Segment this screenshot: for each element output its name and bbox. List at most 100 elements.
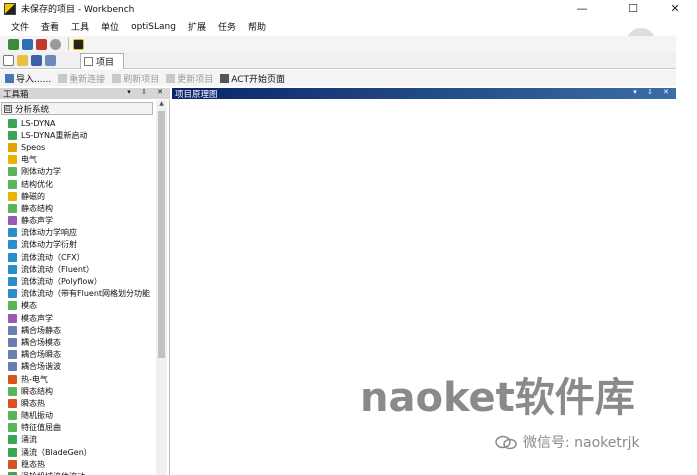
- toolbox-item[interactable]: 流体流动（Polyflow）: [8, 275, 156, 287]
- toolbox-item-label: 稳态热: [21, 459, 45, 469]
- toolbox-title: 工具箱: [3, 89, 29, 100]
- analysis-system-icon: [8, 325, 17, 335]
- import-button[interactable]: 导入......: [5, 72, 51, 85]
- menu-help[interactable]: 帮助: [243, 20, 271, 33]
- new-file-icon[interactable]: [3, 54, 14, 66]
- watermark-text: naoket软件库: [360, 375, 635, 421]
- toolbox-item[interactable]: Speos: [8, 141, 156, 153]
- spaceclaim-icon[interactable]: [22, 38, 33, 50]
- group-label: 分析系统: [15, 104, 50, 115]
- toolbox-item-label: 涌流（BladeGen）: [21, 447, 92, 457]
- schematic-title: 项目原理图: [175, 89, 218, 100]
- tab-project-label: 项目: [96, 58, 115, 68]
- toolbox-item-label: 瞬态结构: [21, 386, 53, 396]
- act-start-page-button[interactable]: ACT开始页面: [220, 72, 285, 85]
- minimize-button[interactable]: —: [559, 0, 605, 17]
- toolbox-item[interactable]: 耦合场瞬态: [8, 349, 156, 361]
- toolbox-item[interactable]: 耦合场谐波: [8, 361, 156, 373]
- menu-units[interactable]: 单位: [96, 20, 124, 33]
- title-bar: 未保存的项目 - Workbench — ☐ ✕: [0, 0, 697, 17]
- toolbox-item[interactable]: 流体流动（带有Fluent网格划分功能: [8, 288, 156, 300]
- toolbox-scrollbar[interactable]: ▲: [156, 100, 167, 475]
- analysis-system-icon: [8, 459, 17, 469]
- toolbox-item[interactable]: LS-DYNA重新启动: [8, 129, 156, 141]
- refresh-project-button[interactable]: 刷新项目: [112, 72, 159, 85]
- menu-tools[interactable]: 工具: [66, 20, 94, 33]
- toolbox-item[interactable]: 模态: [8, 300, 156, 312]
- toolbox-item[interactable]: LS-DYNA: [8, 117, 156, 129]
- reconnect-button[interactable]: 重新连接: [58, 72, 105, 85]
- toolbox-item[interactable]: 耦合场静态: [8, 324, 156, 336]
- toolbox-item[interactable]: 结构优化: [8, 178, 156, 190]
- toolbox-item[interactable]: 瞬态热: [8, 397, 156, 409]
- toolbox-item[interactable]: 涌流: [8, 434, 156, 446]
- tab-project[interactable]: 项目: [80, 53, 124, 69]
- mechanical-icon[interactable]: [36, 38, 47, 50]
- toolbox-item[interactable]: 随机振动: [8, 410, 156, 422]
- toolbox-item-label: 热-电气: [21, 374, 48, 384]
- project-tab-icon: [84, 57, 93, 66]
- scroll-thumb[interactable]: [158, 111, 165, 358]
- toolbox-panel-controls[interactable]: ▾ ⇩ ✕: [127, 88, 167, 96]
- menu-extensions[interactable]: 扩展: [183, 20, 211, 33]
- open-folder-icon[interactable]: [17, 54, 28, 66]
- toolbox-item[interactable]: 特征值屈曲: [8, 422, 156, 434]
- toolbox-item[interactable]: 模态声学: [8, 312, 156, 324]
- toolbox-item[interactable]: 刚体动力学: [8, 166, 156, 178]
- wechat-icon: [495, 435, 517, 449]
- designmodeler-icon[interactable]: [8, 38, 19, 50]
- collapse-icon[interactable]: ⊟: [4, 104, 12, 113]
- toolbar-separator: [68, 38, 69, 50]
- analysis-system-icon: [8, 203, 17, 213]
- save-as-icon[interactable]: [45, 54, 56, 66]
- scroll-up-icon[interactable]: ▲: [156, 100, 167, 110]
- menu-file[interactable]: 文件: [6, 20, 34, 33]
- project-toolbar: 导入...... 重新连接 刷新项目 更新项目 ACT开始页面: [0, 70, 697, 86]
- update-project-button[interactable]: 更新项目: [166, 72, 213, 85]
- analysis-system-icon: [8, 118, 17, 128]
- globe-icon[interactable]: [50, 38, 61, 50]
- toolbox-item[interactable]: 流体流动（CFX）: [8, 251, 156, 263]
- toolbox-item[interactable]: 静磁的: [8, 190, 156, 202]
- toolbox-item-label: 模态: [21, 301, 37, 311]
- toolbox-item[interactable]: 耦合场模态: [8, 336, 156, 348]
- analysis-system-icon: [8, 374, 17, 384]
- analysis-system-icon: [8, 264, 17, 274]
- toolbox-item[interactable]: 稳态热: [8, 458, 156, 470]
- schematic-panel-controls[interactable]: ▾ ⇩ ✕: [633, 88, 673, 96]
- toolbox-item-label: 模态声学: [21, 313, 53, 323]
- right-gutter: [676, 36, 697, 475]
- toolbox-item-label: 涌流: [21, 435, 37, 445]
- menu-jobs[interactable]: 任务: [213, 20, 241, 33]
- toolbox-item[interactable]: 流体流动（Fluent）: [8, 263, 156, 275]
- grid-icon: [220, 73, 230, 83]
- toolbox-item-label: 静态结构: [21, 203, 53, 213]
- analysis-system-icon: [8, 277, 17, 287]
- ansys-logo-icon[interactable]: [73, 38, 84, 50]
- update-label: 更新项目: [177, 74, 214, 85]
- toolbox-item[interactable]: 静态结构: [8, 202, 156, 214]
- toolbox-item-label: Speos: [21, 142, 46, 152]
- toolbox-item[interactable]: 涌流（BladeGen）: [8, 446, 156, 458]
- close-button[interactable]: ✕: [652, 0, 697, 17]
- toolbox-item-label: 流体流动（Fluent）: [21, 264, 95, 274]
- toolbox-item[interactable]: 涡轮机械流体流动: [8, 470, 156, 475]
- menu-bar: 文件 查看 工具 单位 optiSLang 扩展 任务 帮助: [0, 18, 697, 35]
- maximize-button[interactable]: ☐: [610, 0, 656, 17]
- menu-optislang[interactable]: optiSLang: [126, 22, 181, 32]
- toolbox-item[interactable]: 流体动力学衍射: [8, 239, 156, 251]
- analysis-system-icon: [8, 350, 17, 360]
- toolbox-item[interactable]: 电气: [8, 154, 156, 166]
- toolbox-item[interactable]: 热-电气: [8, 373, 156, 385]
- toolbox-panel: ⊟ 分析系统 LS-DYNA LS-DYNA重新启动 Speos 电气 刚体动力学 结构优…: [0, 100, 170, 475]
- toolbox-item[interactable]: 流体动力学响应: [8, 227, 156, 239]
- menu-view[interactable]: 查看: [36, 20, 64, 33]
- toolbox-item[interactable]: 瞬态结构: [8, 385, 156, 397]
- toolbox-item-label: 耦合场模态: [21, 337, 61, 347]
- toolbox-item[interactable]: 静态声学: [8, 215, 156, 227]
- analysis-system-icon: [8, 289, 17, 299]
- file-toolbar: 项目: [0, 52, 697, 69]
- application-toolbar: [0, 36, 697, 52]
- save-icon[interactable]: [31, 54, 42, 66]
- analysis-systems-group[interactable]: ⊟ 分析系统: [1, 102, 153, 115]
